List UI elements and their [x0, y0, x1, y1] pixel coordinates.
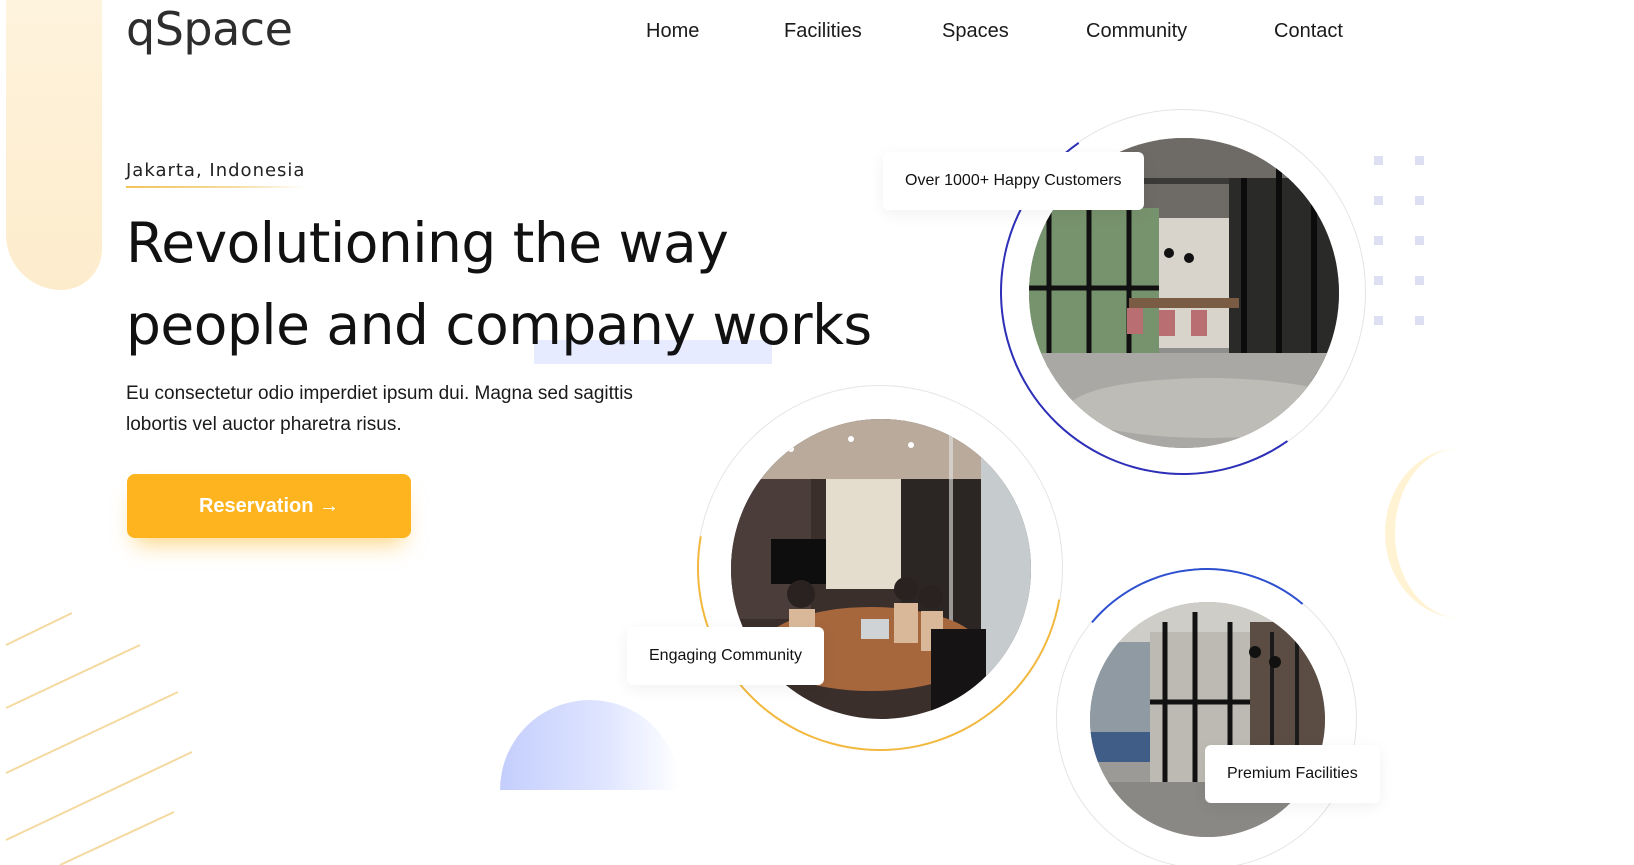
decorative-diagonal-lines — [5, 612, 193, 865]
location-label: Jakarta, Indonesia — [126, 160, 306, 181]
community-circle-frame — [625, 313, 1135, 823]
main-navigation: Home Facilities Spaces Community Contact — [0, 20, 1634, 50]
customers-badge: Over 1000+ Happy Customers — [883, 152, 1144, 210]
nav-link-home[interactable]: Home — [646, 20, 699, 43]
nav-link-facilities[interactable]: Facilities — [784, 20, 862, 43]
nav-link-contact[interactable]: Contact — [1274, 20, 1343, 43]
hero-headline-line-2: people and company works — [126, 293, 872, 357]
nav-link-spaces[interactable]: Spaces — [942, 20, 1009, 43]
hero-headline: Revolutioning the way people and company… — [126, 202, 872, 366]
community-badge: Engaging Community — [627, 627, 824, 685]
landing-page: qSpace Home Facilities Spaces Community … — [0, 0, 1634, 865]
facilities-badge: Premium Facilities — [1205, 745, 1380, 803]
hero-headline-line-1: Revolutioning the way — [126, 211, 729, 275]
reservation-button[interactable]: Reservation → — [127, 474, 411, 538]
location-underline — [126, 186, 306, 188]
decorative-yellow-ring — [1385, 448, 1535, 618]
facilities-circle-frame — [1043, 555, 1370, 865]
decorative-blue-half-circle — [500, 700, 680, 790]
hero-description: Eu consectetur odio imperdiet ipsum dui.… — [126, 383, 633, 435]
decorative-dot-grid — [1374, 156, 1434, 326]
nav-link-community[interactable]: Community — [1086, 20, 1187, 43]
